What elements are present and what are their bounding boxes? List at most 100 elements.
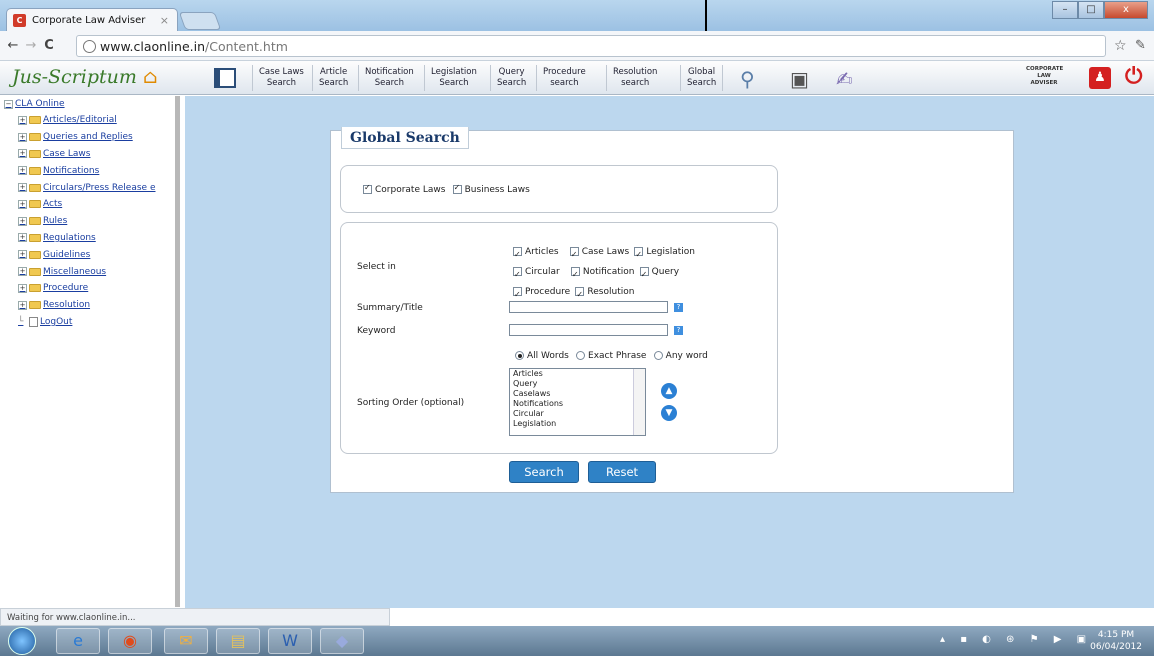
close-window-button[interactable]: x [1104, 1, 1148, 19]
all-words-radio[interactable] [515, 350, 524, 360]
sorting-order-list[interactable]: Articles Query Caselaws Notifications Ci… [509, 368, 646, 436]
magnifier-icon[interactable]: ⚲ [740, 67, 755, 91]
reset-button[interactable]: Reset [588, 461, 656, 483]
url-input[interactable]: www.claonline.in/Content.htm [76, 35, 1106, 57]
move-up-icon[interactable]: ▲ [661, 383, 677, 399]
circular-checkbox[interactable] [513, 265, 522, 285]
legislation-search-button[interactable]: Legislation Search [424, 65, 483, 91]
outlook-icon[interactable]: ✉ [164, 628, 208, 654]
tree-item-logout[interactable]: └ LogOut [0, 314, 175, 331]
notification-search-button[interactable]: Notification Search [358, 65, 420, 91]
tree-item-resolution[interactable]: + Resolution [0, 297, 175, 314]
procedure-checkbox[interactable] [513, 285, 522, 305]
corporate-laws-checkbox[interactable] [363, 183, 372, 194]
scope-options: Corporate Laws Business Laws [363, 183, 530, 195]
tree-item-regulations[interactable]: + Regulations [0, 230, 175, 247]
legislation-checkbox[interactable] [634, 245, 644, 265]
case-laws-search-button[interactable]: Case Laws Search [252, 65, 310, 91]
explorer-icon[interactable]: ▤ [216, 628, 260, 654]
bookmark-star-icon[interactable]: ☆ [1114, 38, 1127, 54]
expand-icon[interactable]: + [18, 267, 27, 277]
exact-phrase-radio[interactable] [576, 350, 586, 360]
search-button[interactable]: Search [509, 461, 579, 483]
expand-icon[interactable]: + [18, 132, 27, 142]
tree-item-procedure[interactable]: + Procedure [0, 280, 175, 297]
tab-close-icon[interactable]: × [160, 14, 169, 27]
page-icon [83, 39, 96, 53]
expand-icon[interactable]: + [18, 166, 27, 176]
wrench-icon[interactable]: ✎ [1135, 38, 1146, 53]
app-toolbar: Jus-Scriptum ⌂ Case Laws Search Article Sea… [0, 61, 1154, 95]
move-down-icon[interactable]: ▼ [661, 405, 677, 421]
clock[interactable]: 4:15 PM 06/04/2012 [1090, 629, 1142, 653]
list-item[interactable]: Notifications [510, 399, 645, 409]
query-search-button[interactable]: Query Search [490, 65, 532, 91]
resolution-search-button[interactable]: Resolution search [606, 65, 663, 91]
case-laws-checkbox[interactable] [569, 245, 579, 265]
app-icon[interactable]: ◆ [320, 628, 364, 654]
list-item[interactable]: Query [510, 379, 645, 389]
list-item[interactable]: Legislation [510, 419, 645, 429]
tree-item-articles[interactable]: + Articles/Editorial [0, 112, 175, 129]
notification-checkbox[interactable] [570, 265, 580, 285]
new-tab-button[interactable] [178, 12, 222, 30]
global-search-panel: Global Search Corporate Laws Business La… [330, 127, 1014, 493]
expand-icon[interactable]: + [18, 283, 27, 293]
summary-help-icon[interactable]: ? [674, 303, 683, 312]
expand-icon[interactable]: + [18, 149, 27, 159]
word-icon[interactable]: W [268, 628, 312, 654]
system-tray-icons[interactable]: ▴ ▪ ◐ ⊛ ⚑ ▶ ▣ [940, 634, 1092, 645]
expand-icon[interactable]: + [18, 300, 27, 310]
tree-item-circulars[interactable]: + Circulars/Press Release e [0, 179, 175, 196]
resolution-checkbox[interactable] [575, 285, 585, 305]
expand-icon[interactable]: + [18, 250, 27, 260]
tree-root[interactable]: − CLA Online [0, 96, 175, 112]
article-search-button[interactable]: Article Search [312, 65, 354, 91]
expand-icon[interactable]: + [18, 216, 27, 226]
procedure-search-button[interactable]: Procedure search [536, 65, 592, 91]
articles-checkbox[interactable] [513, 245, 522, 265]
tree-item-queries[interactable]: + Queries and Replies [0, 129, 175, 146]
tree-item-acts[interactable]: + Acts [0, 196, 175, 213]
summary-title-input[interactable] [509, 301, 668, 313]
home-icon[interactable]: ⌂ [143, 66, 158, 88]
back-icon[interactable]: ← [4, 38, 22, 53]
chrome-icon[interactable]: ◉ [108, 628, 152, 654]
tree-item-notifications[interactable]: + Notifications [0, 162, 175, 179]
browser-tab[interactable]: C Corporate Law Adviser × [6, 8, 178, 31]
folder-icon [29, 133, 41, 142]
expand-icon[interactable]: + [18, 183, 27, 193]
any-word-radio[interactable] [653, 350, 663, 360]
business-laws-checkbox[interactable] [452, 183, 462, 194]
tree-item-guidelines[interactable]: + Guidelines [0, 246, 175, 263]
edit-note-icon[interactable]: ✍ [836, 67, 853, 91]
maximize-button[interactable]: □ [1078, 1, 1104, 19]
list-item[interactable]: Caselaws [510, 389, 645, 399]
tree-item-case-laws[interactable]: + Case Laws [0, 146, 175, 163]
reload-icon[interactable]: C [40, 38, 58, 53]
list-item[interactable]: Articles [510, 369, 645, 379]
sort-list-scrollbar[interactable] [633, 369, 645, 435]
keyword-help-icon[interactable]: ? [674, 326, 683, 335]
logo-text: Jus-Scriptum [12, 66, 137, 88]
user-icon[interactable]: ♟ [1089, 67, 1111, 89]
save-search-icon[interactable]: ▣ [790, 67, 809, 91]
global-search-button[interactable]: Global Search [680, 65, 724, 91]
expand-icon[interactable]: + [18, 115, 27, 125]
list-item[interactable]: Circular [510, 409, 645, 419]
tree-item-miscellaneous[interactable]: + Miscellaneous [0, 263, 175, 280]
power-icon[interactable]: ⏻ [1125, 64, 1142, 89]
keyword-input[interactable] [509, 324, 668, 336]
forward-icon[interactable]: → [22, 38, 40, 53]
expand-icon[interactable]: + [18, 233, 27, 243]
expand-icon[interactable]: + [18, 199, 27, 209]
ie-icon[interactable]: e [56, 628, 100, 654]
tree-item-rules[interactable]: + Rules [0, 213, 175, 230]
panel-toggle-icon[interactable] [214, 68, 236, 88]
query-checkbox[interactable] [639, 265, 649, 285]
collapse-icon[interactable]: − [4, 99, 13, 109]
navigation-tree: − CLA Online + Articles/Editorial + Querie… [0, 96, 180, 607]
folder-icon [29, 267, 41, 276]
minimize-button[interactable]: – [1052, 1, 1078, 19]
start-button[interactable] [8, 627, 36, 655]
